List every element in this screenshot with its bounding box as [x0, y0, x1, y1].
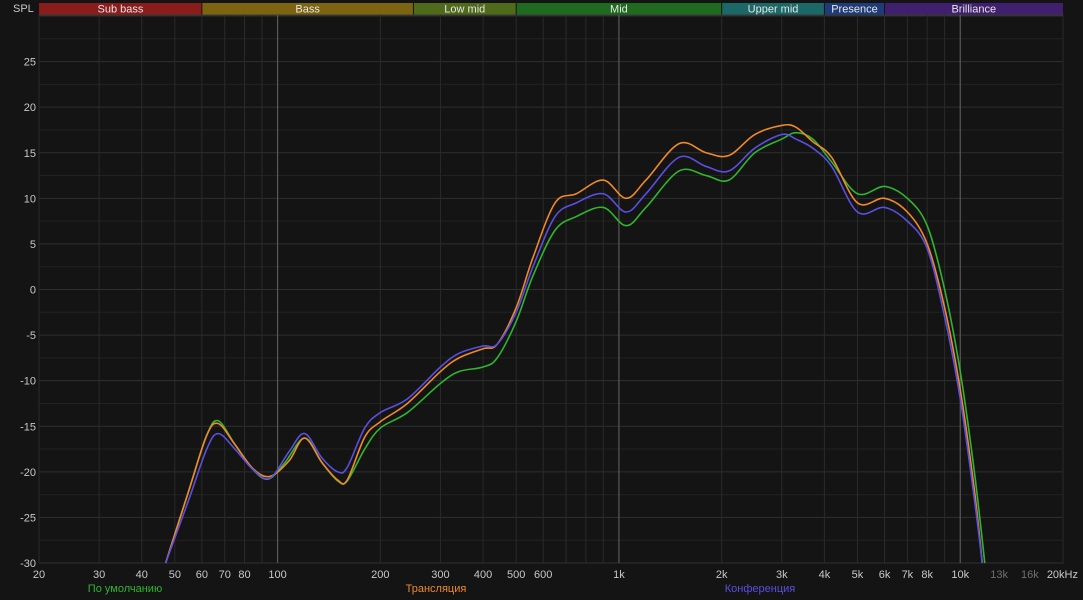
x-tick-label: 70 — [219, 569, 231, 581]
x-tick-label: 30 — [93, 569, 105, 581]
frequency-band-bar: Sub bass Bass Low mid Mid Upper mid Presence B… — [39, 3, 1063, 16]
x-tick-label: 7k — [902, 569, 914, 581]
x-tick-label: 3k — [776, 569, 788, 581]
band-label: Low mid — [444, 4, 485, 16]
x-tick-label: 1k — [613, 569, 625, 581]
band-label: Mid — [610, 4, 628, 16]
x-tick-label: 20 — [33, 569, 45, 581]
x-tick-label: 500 — [507, 569, 525, 581]
frequency-response-chart: SPL Sub bass Bass Low mid Mid Upper mid Prese… — [0, 0, 1083, 600]
x-tick-label: 40 — [136, 569, 148, 581]
legend-item: Трансляция — [405, 583, 467, 595]
x-tick-label: 6k — [879, 569, 891, 581]
legend-item: По умолчанию — [87, 583, 163, 595]
x-tick-label: 600 — [534, 569, 552, 581]
y-tick-label: -10 — [20, 376, 36, 388]
y-tick-label: -5 — [26, 330, 36, 342]
x-tick-label: 300 — [431, 569, 449, 581]
x-tick-label: 8k — [921, 569, 933, 581]
y-tick-label: 5 — [30, 239, 36, 251]
band-label: Bass — [295, 4, 320, 16]
band-label: Upper mid — [748, 4, 799, 16]
y-tick-label: 10 — [24, 193, 36, 205]
x-tick-label: 100 — [268, 569, 286, 581]
plot-background — [0, 0, 1083, 600]
x-tick-label: 13k — [990, 569, 1008, 581]
y-tick-label: -20 — [20, 467, 36, 479]
x-tick-label: 2k — [716, 569, 728, 581]
y-axis-label: SPL — [13, 3, 34, 15]
x-tick-label: 4k — [819, 569, 831, 581]
x-tick-label: 50 — [169, 569, 181, 581]
y-tick-label: 20 — [24, 102, 36, 114]
band-label: Sub bass — [97, 4, 143, 16]
y-tick-label: -25 — [20, 512, 36, 524]
x-tick-label: 80 — [238, 569, 250, 581]
y-tick-label: 15 — [24, 148, 36, 160]
y-tick-label: 0 — [30, 285, 36, 297]
x-tick-label: 400 — [474, 569, 492, 581]
x-tick-label: 10k — [951, 569, 969, 581]
x-tick-label: 200 — [371, 569, 389, 581]
legend-item: Конференция — [724, 583, 796, 595]
x-tick-label: 60 — [196, 569, 208, 581]
x-tick-label: 5k — [852, 569, 864, 581]
band-label: Brilliance — [951, 4, 996, 16]
x-tick-label: 20kHz — [1047, 569, 1078, 581]
y-tick-label: -15 — [20, 421, 36, 433]
y-tick-label: 25 — [24, 57, 36, 69]
band-label: Presence — [831, 4, 877, 16]
x-tick-label: 16k — [1021, 569, 1039, 581]
